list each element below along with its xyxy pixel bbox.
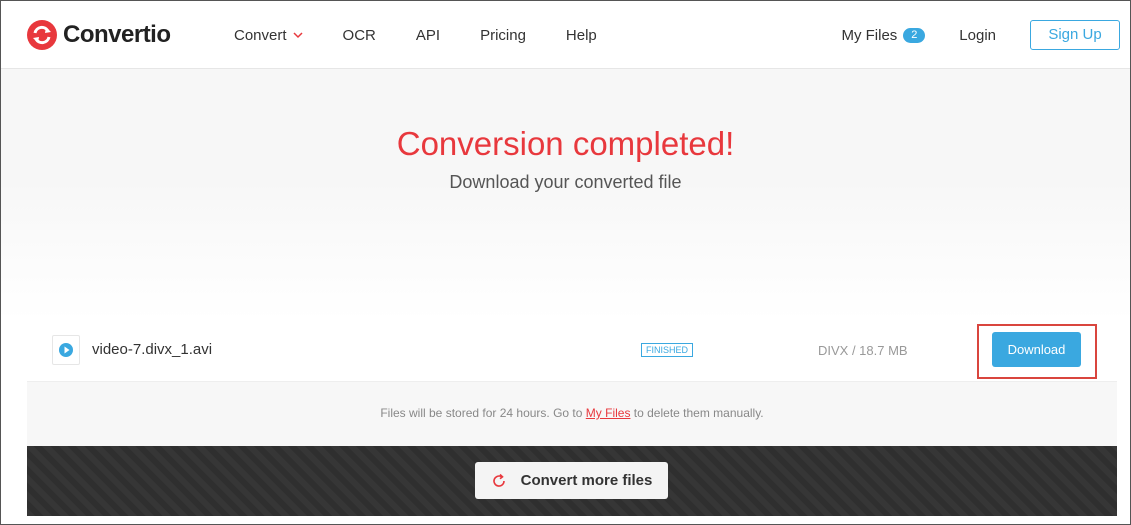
file-row: video-7.divx_1.avi FINISHED DIVX / 18.7 … [27, 319, 1117, 382]
nav-ocr[interactable]: OCR [343, 27, 376, 44]
storage-info: Files will be stored for 24 hours. Go to… [27, 382, 1117, 446]
page-subtitle: Download your converted file [449, 172, 682, 192]
nav-help[interactable]: Help [566, 27, 597, 44]
login-link[interactable]: Login [959, 27, 996, 44]
user-nav: My Files 2 Login Sign Up [841, 1, 1130, 69]
file-meta: DIVX / 18.7 MB [818, 343, 908, 358]
chevron-down-icon [293, 32, 303, 39]
my-files-inline-link[interactable]: My Files [586, 406, 631, 420]
download-button[interactable]: Download [992, 332, 1081, 367]
nav-pricing[interactable]: Pricing [480, 27, 526, 44]
storage-info-suffix: to delete them manually. [630, 406, 764, 420]
my-files-label: My Files [841, 26, 898, 44]
storage-info-prefix: Files will be stored for 24 hours. Go to [380, 406, 586, 420]
signup-button[interactable]: Sign Up [1030, 20, 1120, 50]
top-header: Convertio Convert OCR API Pricing Help M… [1, 1, 1130, 69]
page-title: Conversion completed! [396, 125, 735, 162]
logo-text: Convertio [63, 21, 171, 48]
convertio-logo-icon [27, 20, 57, 50]
play-icon [59, 343, 73, 357]
my-files-count-badge: 2 [903, 27, 926, 43]
status-badge: FINISHED [641, 343, 694, 357]
convert-more-label: Convert more files [520, 472, 653, 489]
convert-more-button[interactable]: Convert more files [475, 462, 668, 499]
file-name: video-7.divx_1.avi [92, 341, 213, 358]
nav-api[interactable]: API [416, 27, 440, 44]
refresh-icon [492, 473, 505, 487]
convert-more-bar: Convert more files [27, 446, 1117, 516]
file-type-thumb [52, 335, 80, 365]
nav-convert-label: Convert [234, 26, 287, 44]
main-nav: Convert OCR API Pricing Help [234, 1, 637, 69]
nav-convert[interactable]: Convert [234, 27, 303, 44]
my-files-link[interactable]: My Files 2 [841, 26, 926, 44]
page-frame: Convertio Convert OCR API Pricing Help M… [0, 0, 1131, 525]
logo[interactable]: Convertio [27, 19, 171, 51]
